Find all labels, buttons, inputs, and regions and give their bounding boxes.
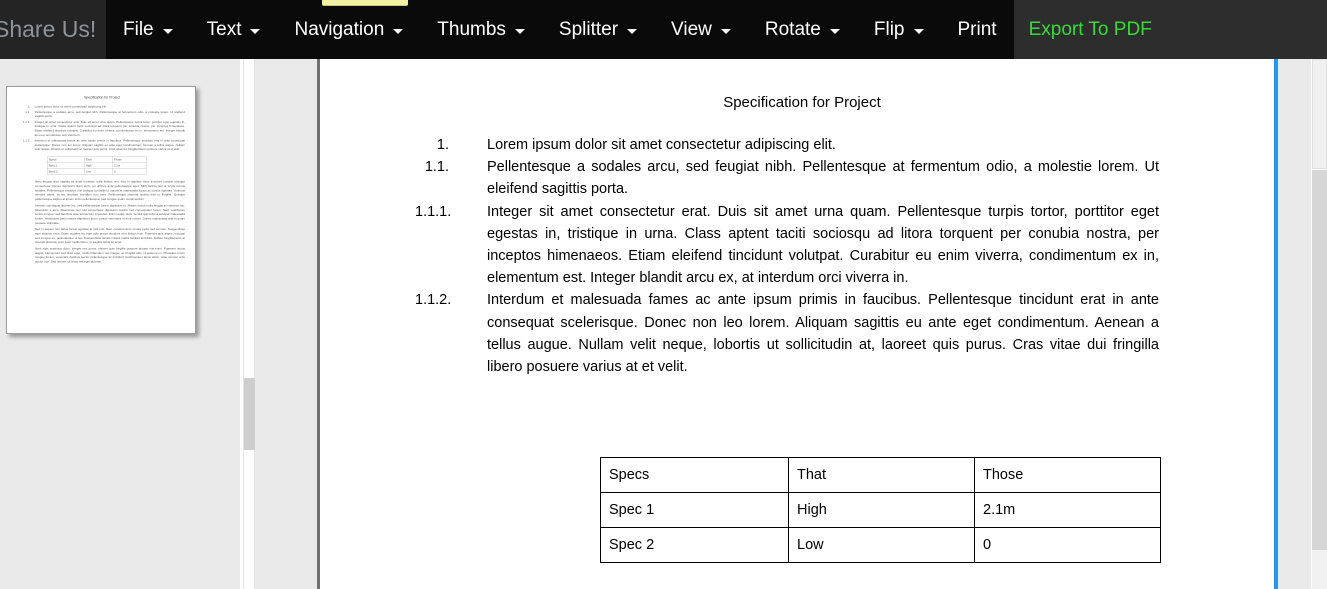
thumbnail-spec-table: Specs That Those Spec 1 High 2.1m Spec 2… (47, 156, 147, 175)
thumbnail-table-row: Spec 2 Low 0 (47, 168, 147, 175)
menu-item-navigation-label: Navigation (294, 18, 385, 40)
page-thumbnail-1[interactable]: Specification for Project 1. Lorem ipsum… (6, 86, 196, 334)
thumbnail-table-cell: 0 (112, 168, 147, 175)
thumbnail-pane-scrollbar[interactable] (243, 59, 256, 589)
share-us-label: Share Us! (0, 16, 97, 42)
thumbnail-title: Specification for Project (84, 95, 120, 100)
chevron-down-icon (627, 29, 638, 34)
share-us-button[interactable]: Share Us! (0, 0, 106, 59)
thumbnail-list-number: 1.1. (25, 110, 31, 114)
menu-item-flip-label: Flip (873, 18, 905, 40)
document-list-text: Lorem ipsum dolor sit amet consectetur a… (487, 137, 836, 153)
thumbnail-list-text: Pellentesque a sodales arcu, sed feugiat… (34, 110, 185, 119)
document-list-item: 1.1.2. Interdum et malesuada fames ac an… (415, 289, 1159, 378)
table-header-cell: Those (974, 457, 1161, 493)
chevron-down-icon (162, 29, 173, 34)
thumbnail-list-item: 1.1.2. Interdum et malesuada fames ac an… (19, 138, 185, 151)
document-list-item: 1.1.1. Integer sit amet consectetur erat… (415, 201, 1159, 290)
export-to-pdf-button[interactable]: Export To PDF (1029, 19, 1152, 41)
thumbnail-table-cell: Spec 2 (47, 168, 85, 175)
spec-table: Specs That Those Spec 1 High 2.1m Spec 2… (600, 457, 1161, 563)
menu-item-file[interactable]: File (106, 0, 190, 59)
application-menu-bar: Share Us! File Text Navigation Thumbs Sp… (0, 0, 1327, 59)
thumbnail-paragraph: Nam eget maximus dolor. Integer nec puru… (35, 246, 185, 264)
chevron-down-icon (913, 29, 924, 34)
menu-item-flip[interactable]: Flip (857, 0, 941, 59)
thumbnail-list-text: Lorem ipsum dolor sit amet consectetur a… (34, 104, 107, 109)
thumbnail-list-item: 1. Lorem ipsum dolor sit amet consectetu… (19, 104, 185, 108)
document-list-item: 1.1. Pellentesque a sodales arcu, sed fe… (415, 156, 1159, 200)
document-list-number: 1.1.2. (415, 292, 452, 309)
table-header-cell: That (788, 457, 975, 493)
menu-item-rotate-label: Rotate (764, 18, 821, 40)
chevron-down-icon (514, 29, 525, 34)
thumbnail-paragraph: Sed in sapien non tellus luctus egestas … (35, 227, 185, 244)
thumbnail-list-item: 1.1.1. Integer sit amet consectetur erat… (19, 120, 185, 137)
window-scrollbar-bottom-cap[interactable] (1312, 550, 1327, 589)
document-list-text: Integer sit amet consectetur erat. Duis … (487, 203, 1159, 287)
menu-item-splitter-label: Splitter (558, 18, 619, 40)
table-row: Specs That Those (600, 457, 1161, 493)
chevron-down-icon (720, 29, 731, 34)
thumbnail-list-text: Interdum et malesuada fames ac ante ipsu… (34, 138, 185, 151)
chevron-down-icon (829, 29, 840, 34)
document-table-wrapper: Specs That Those Spec 1 High 2.1m Spec 2… (600, 457, 1161, 563)
menu-item-text-label: Text (206, 18, 242, 40)
thumbnail-pane-filler (255, 59, 318, 589)
table-cell: Spec 1 (600, 492, 789, 528)
menu-item-navigation[interactable]: Navigation (277, 0, 420, 59)
table-cell: 0 (974, 527, 1161, 563)
thumbnail-list-number: 1.1.1. (22, 120, 31, 124)
thumbnail-pane: Specification for Project 1. Lorem ipsum… (0, 59, 240, 589)
document-list-number: 1. (436, 137, 449, 153)
chevron-down-icon (393, 29, 404, 34)
document-list-number: 1.1. (424, 159, 449, 176)
table-header-cell: Specs (600, 457, 789, 493)
active-tab-indicator (322, 0, 408, 6)
menu-item-view-label: View (671, 18, 712, 40)
menu-item-rotate[interactable]: Rotate (748, 0, 857, 59)
thumbnail-list-text: Integer sit amet consectetur erat. Duis … (34, 120, 185, 137)
document-numbered-list: 1. Lorem ipsum dolor sit amet consectetu… (415, 134, 1159, 378)
window-scrollbar-top-cap[interactable] (1312, 59, 1327, 169)
document-page: Specification for Project 1. Lorem ipsum… (320, 59, 1274, 589)
thumbnail-list-number: 1.1.2. (22, 138, 31, 143)
thumbnail-table-cell: Low (84, 168, 113, 175)
menu-item-view[interactable]: View (654, 0, 748, 59)
table-cell: 2.1m (974, 492, 1161, 528)
export-zone: Export To PDF (1013, 0, 1327, 59)
document-list-number: 1.1.1. (415, 203, 452, 220)
table-row: Spec 1 High 2.1m (600, 492, 1161, 528)
thumbnail-paragraph: Nam feugiat arcu sagittis sit amet moles… (35, 180, 185, 201)
table-cell: High (788, 492, 975, 528)
thumbnail-paragraph: Aenean consequat laoreet leo, sed pellen… (35, 203, 185, 225)
menu-item-thumbs-label: Thumbs (437, 18, 506, 40)
menu-item-thumbs[interactable]: Thumbs (420, 0, 542, 59)
thumbnail-list-item: 1.1. Pellentesque a sodales arcu, sed fe… (19, 110, 185, 119)
document-list-text: Interdum et malesuada fames ac ante ipsu… (487, 292, 1159, 376)
document-list-item: 1. Lorem ipsum dolor sit amet consectetu… (415, 134, 1159, 156)
thumbnail-page-content: Specification for Project 1. Lorem ipsum… (7, 87, 195, 333)
window-scrollbar-thumb[interactable] (1312, 170, 1327, 550)
thumbnail-list-number: 1. (27, 104, 31, 109)
table-row: Spec 2 Low 0 (600, 527, 1161, 563)
document-list-text: Pellentesque a sodales arcu, sed feugiat… (487, 159, 1159, 198)
menu-item-print[interactable]: Print (941, 0, 1014, 59)
menu-item-print-label: Print (957, 18, 997, 40)
menu-item-text[interactable]: Text (190, 0, 278, 59)
chevron-down-icon (250, 29, 261, 34)
table-cell: Spec 2 (600, 527, 789, 563)
menu-item-file-label: File (123, 18, 154, 40)
menu-item-splitter[interactable]: Splitter (542, 0, 654, 59)
right-gutter (1278, 59, 1311, 589)
document-title: Specification for Project (723, 94, 881, 111)
table-cell: Low (788, 527, 975, 563)
